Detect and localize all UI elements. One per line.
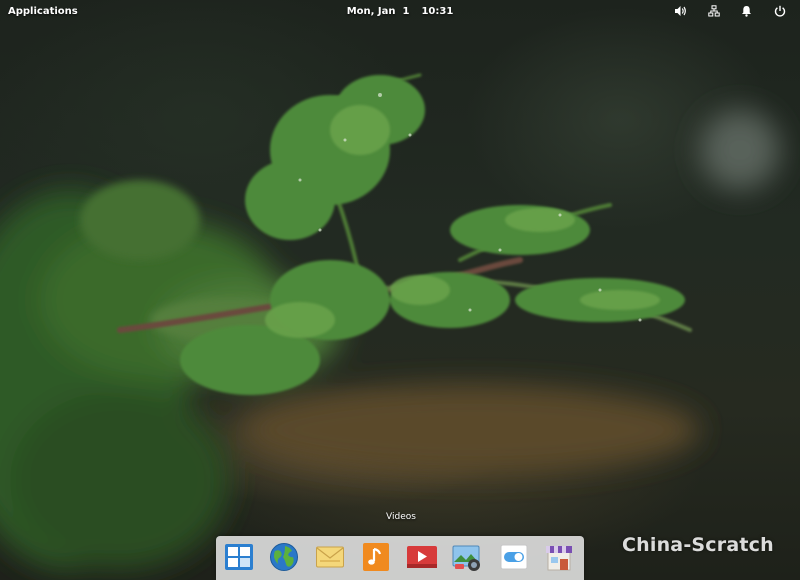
sound-icon <box>675 6 686 16</box>
dock-item-system-settings[interactable] <box>498 541 530 573</box>
time-text: 10:31 <box>421 5 454 17</box>
watermark-text: China-Scratch <box>622 534 774 556</box>
globe-icon <box>270 543 298 571</box>
dock-item-videos[interactable] <box>406 541 438 573</box>
dock-item-web-browser[interactable] <box>268 541 300 573</box>
mail-icon <box>316 546 344 568</box>
date-text: Mon, Jan 1 <box>346 5 410 17</box>
applications-label: Applications <box>8 5 78 17</box>
dock-item-photos[interactable] <box>452 541 484 573</box>
dock-tooltip: Videos <box>386 512 416 522</box>
power-icon <box>774 5 785 17</box>
system-indicators <box>664 0 800 22</box>
power-indicator[interactable] <box>763 0 796 22</box>
notifications-indicator[interactable] <box>730 0 763 22</box>
desktop-wallpaper <box>0 0 800 580</box>
multitasking-view-icon <box>225 544 253 570</box>
video-play-icon <box>407 546 437 568</box>
top-panel: Applications Mon, Jan 1 10:31 <box>0 0 800 22</box>
applications-menu-button[interactable]: Applications <box>0 6 78 17</box>
notifications-icon <box>742 6 751 17</box>
network-indicator[interactable] <box>697 0 730 22</box>
shop-icon <box>546 546 572 571</box>
dock-item-appcenter[interactable] <box>543 541 575 573</box>
dock-item-multitasking-view[interactable] <box>223 541 255 573</box>
date-time-indicator[interactable]: Mon, Jan 1 10:31 <box>347 6 454 17</box>
toggle-switch-icon <box>500 544 528 570</box>
photos-camera-icon <box>452 545 480 571</box>
dock-item-music[interactable] <box>360 541 392 573</box>
music-note-icon <box>363 543 389 571</box>
dock-item-mail[interactable] <box>314 541 346 573</box>
dock <box>216 536 584 580</box>
network-icon <box>707 5 720 17</box>
sound-indicator[interactable] <box>664 0 697 22</box>
